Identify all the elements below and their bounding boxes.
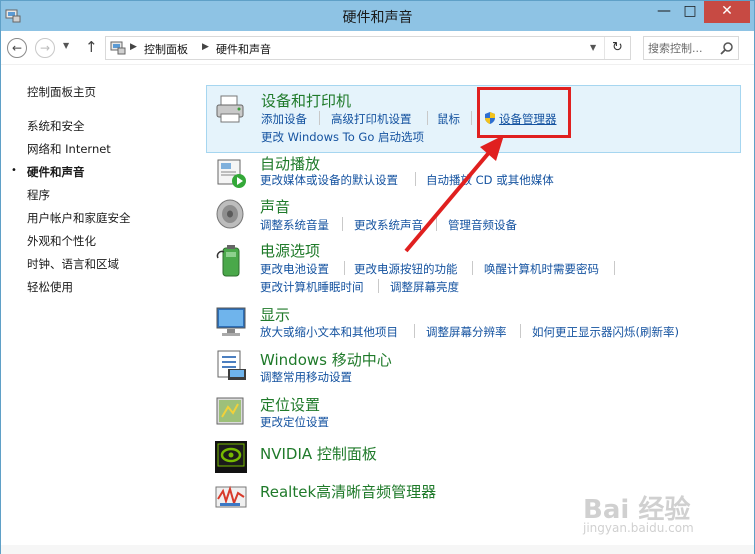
sidebar-item-ease-of-access[interactable]: 轻松使用: [27, 279, 73, 295]
forward-button[interactable]: →: [35, 38, 55, 58]
refresh-rate-link[interactable]: 如何更正显示器闪烁(刷新率): [532, 324, 679, 340]
nvidia-icon: [215, 441, 247, 473]
sidebar-item-appearance[interactable]: 外观和个性化: [27, 233, 96, 249]
category-title[interactable]: 电源选项: [260, 240, 320, 261]
search-icon[interactable]: [720, 41, 734, 55]
autoplay-icon: [217, 159, 246, 188]
sidebar-item-system-security[interactable]: 系统和安全: [27, 118, 85, 134]
display-icon: [216, 307, 246, 336]
screen-brightness-link[interactable]: 调整屏幕亮度: [390, 279, 459, 295]
refresh-button[interactable]: ↻: [604, 37, 630, 59]
battery-settings-link[interactable]: 更改电池设置: [260, 261, 329, 277]
address-bar[interactable]: ▶ 控制面板 ▶ 硬件和声音 ▼ ↻: [105, 36, 631, 60]
recent-locations-dropdown[interactable]: ▼: [63, 41, 69, 50]
location-settings-link[interactable]: 更改定位设置: [260, 414, 329, 430]
category-title[interactable]: NVIDIA 控制面板: [260, 443, 377, 464]
category-location: 定位设置 更改定位设置: [206, 394, 741, 438]
mobility-settings-link[interactable]: 调整常用移动设置: [260, 369, 352, 385]
breadcrumb-separator[interactable]: ▶: [202, 42, 209, 52]
category-title[interactable]: 自动播放: [260, 153, 320, 174]
link-divider: [471, 111, 472, 125]
breadcrumb-hardware-and-sound[interactable]: 硬件和声音: [216, 41, 271, 57]
add-device-link[interactable]: 添加设备: [261, 111, 307, 127]
adjust-volume-link[interactable]: 调整系统音量: [260, 217, 329, 233]
screen-resolution-link[interactable]: 调整屏幕分辨率: [426, 324, 507, 340]
category-title[interactable]: Windows 移动中心: [260, 349, 392, 370]
link-divider: [344, 261, 345, 275]
control-panel-window: 硬件和声音 — □ ✕ ← → ▼ ↑ ▶ 控制面板 ▶ 硬件和声音 ▼ ↻ 搜…: [0, 0, 755, 554]
breadcrumb-control-panel[interactable]: 控制面板: [144, 41, 188, 57]
wake-password-link[interactable]: 唤醒计算机时需要密码: [484, 261, 599, 277]
sidebar-item-network-internet[interactable]: 网络和 Internet: [27, 141, 111, 157]
category-display: 显示 放大或缩小文本和其他项目 调整屏幕分辨率 如何更正显示器闪烁(刷新率): [206, 304, 741, 349]
link-divider: [378, 279, 379, 293]
realtek-icon: [215, 485, 247, 508]
sidebar-item-hardware-sound[interactable]: 硬件和声音: [27, 164, 85, 180]
link-divider: [319, 111, 320, 125]
category-title[interactable]: 定位设置: [260, 394, 320, 415]
link-divider: [520, 324, 521, 338]
power-button-link[interactable]: 更改电源按钮的功能: [354, 261, 458, 277]
category-title[interactable]: 声音: [260, 196, 290, 217]
text-size-link[interactable]: 放大或缩小文本和其他项目: [260, 324, 398, 340]
battery-icon: [216, 245, 240, 277]
up-button[interactable]: ↑: [85, 38, 98, 56]
watermark: Bai 经验 jingyan.baidu.com: [583, 489, 743, 549]
link-divider: [342, 217, 343, 231]
title-bar: 硬件和声音 — □ ✕: [1, 1, 754, 31]
sleep-time-link[interactable]: 更改计算机睡眠时间: [260, 279, 364, 295]
printer-icon: [216, 95, 244, 123]
link-divider: [427, 111, 428, 125]
link-divider: [614, 261, 615, 275]
category-title[interactable]: 设备和打印机: [261, 90, 351, 111]
window-title: 硬件和声音: [342, 10, 413, 26]
search-box[interactable]: [643, 36, 739, 60]
category-mobility-center: Windows 移动中心 调整常用移动设置: [206, 349, 741, 394]
maximize-button[interactable]: □: [677, 1, 703, 23]
address-dropdown-icon[interactable]: ▼: [590, 43, 596, 52]
active-bullet: •: [11, 165, 17, 176]
speaker-icon: [216, 199, 244, 229]
sidebar-item-programs[interactable]: 程序: [27, 187, 50, 203]
minimize-button[interactable]: —: [651, 1, 677, 23]
sidebar-item-control-panel-home[interactable]: 控制面板主页: [27, 84, 96, 100]
back-button[interactable]: ←: [7, 38, 27, 58]
category-title[interactable]: 显示: [260, 304, 290, 325]
mouse-link[interactable]: 鼠标: [437, 111, 460, 127]
annotation-arrow: [404, 135, 504, 253]
category-nvidia: NVIDIA 控制面板: [206, 438, 741, 476]
bottom-border: [1, 545, 754, 554]
navigation-bar: ← → ▼ ↑ ▶ 控制面板 ▶ 硬件和声音 ▼ ↻: [1, 31, 754, 65]
sidebar-item-clock-region[interactable]: 时钟、语言和区域: [27, 256, 119, 272]
category-title[interactable]: Realtek高清晰音频管理器: [260, 481, 436, 502]
location-icon: [216, 397, 244, 425]
breadcrumb-separator[interactable]: ▶: [130, 42, 137, 52]
watermark-url: jingyan.baidu.com: [583, 521, 694, 535]
sidebar: 控制面板主页 系统和安全 网络和 Internet • 硬件和声音 程序 用户帐…: [1, 65, 201, 545]
link-divider: [472, 261, 473, 275]
advanced-printer-settings-link[interactable]: 高级打印机设置: [331, 111, 412, 127]
search-input[interactable]: [648, 40, 718, 56]
close-button[interactable]: ✕: [704, 1, 750, 23]
media-defaults-link[interactable]: 更改媒体或设备的默认设置: [260, 172, 398, 188]
link-divider: [414, 324, 415, 338]
mobility-center-icon: [217, 350, 246, 380]
control-panel-icon: [110, 41, 126, 55]
sidebar-item-user-accounts[interactable]: 用户帐户和家庭安全: [27, 210, 131, 226]
